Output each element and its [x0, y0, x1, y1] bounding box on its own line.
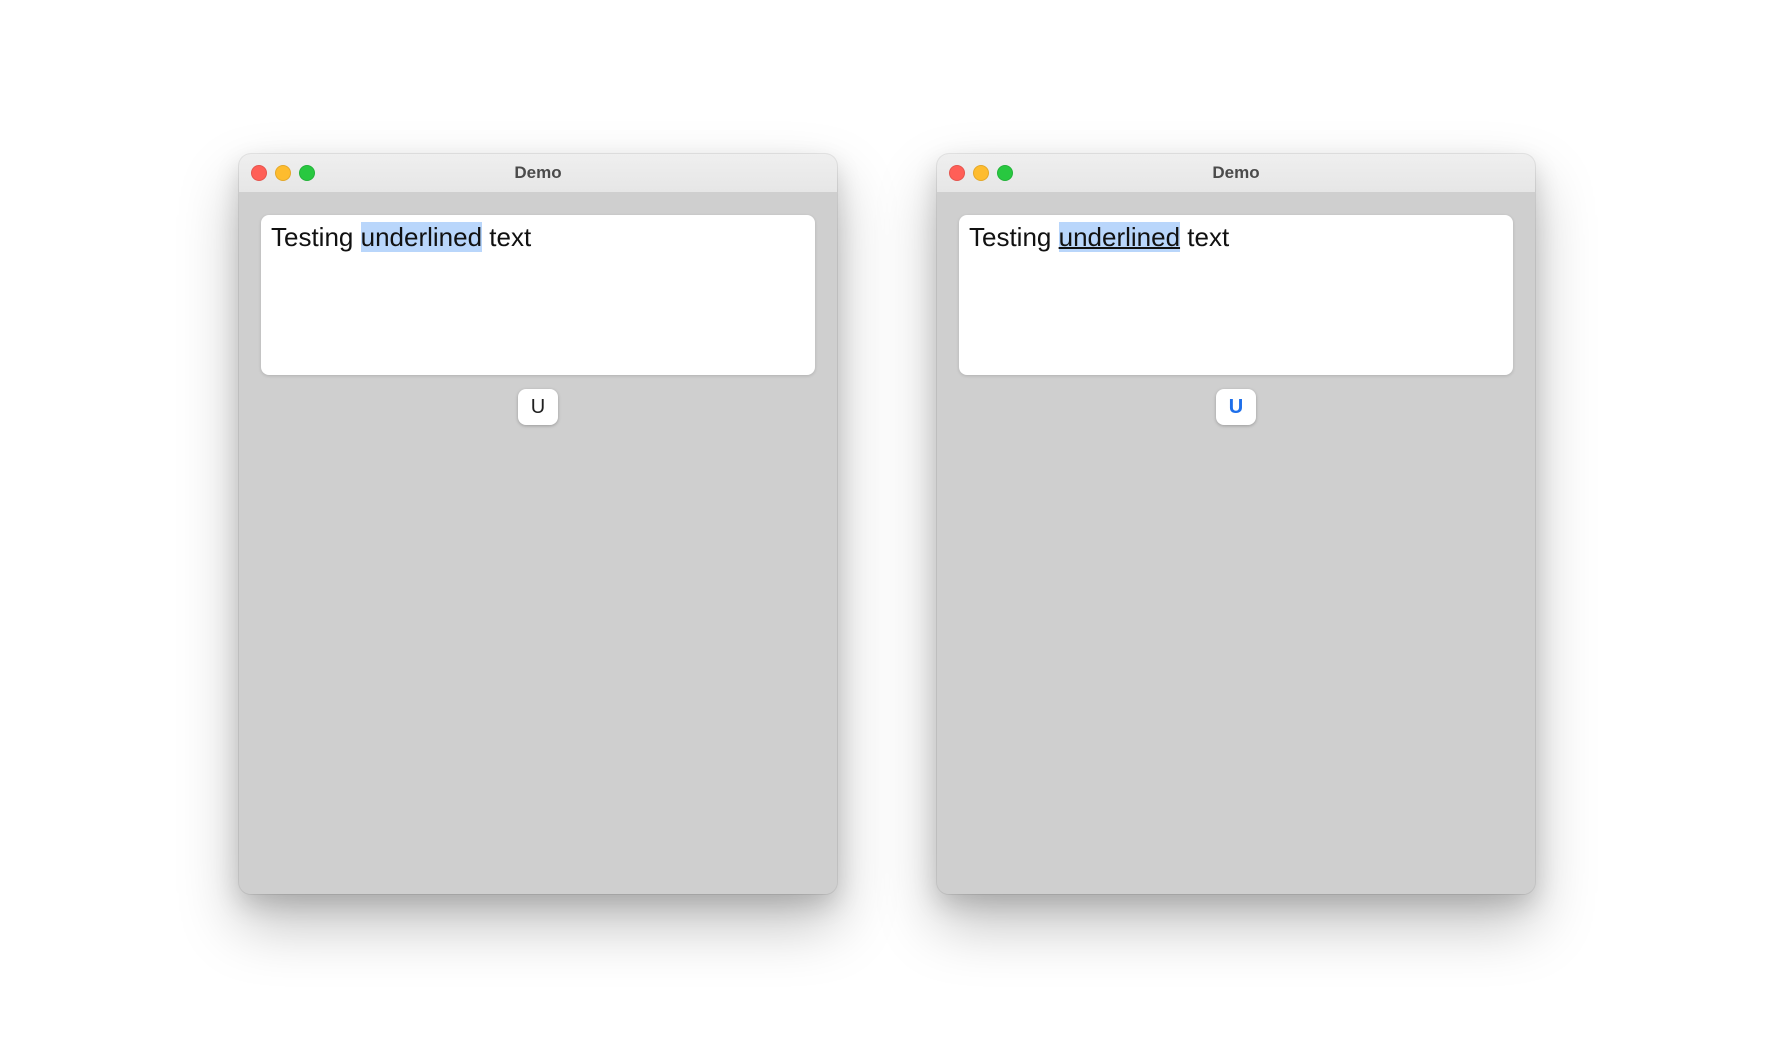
traffic-lights: [949, 154, 1013, 192]
close-icon[interactable]: [251, 165, 267, 181]
rich-text-input[interactable]: Testing underlined text: [261, 215, 815, 375]
window-body: Testing underlined text U: [937, 193, 1535, 894]
titlebar[interactable]: Demo: [239, 154, 837, 193]
zoom-icon[interactable]: [299, 165, 315, 181]
comparison-stage: Demo Testing underlined text U Demo Test…: [0, 0, 1774, 1048]
demo-window-after: Demo Testing underlined text U: [937, 154, 1535, 894]
zoom-icon[interactable]: [997, 165, 1013, 181]
traffic-lights: [251, 154, 315, 192]
minimize-icon[interactable]: [973, 165, 989, 181]
selected-text: underlined: [361, 222, 482, 252]
window-body: Testing underlined text U: [239, 193, 837, 894]
demo-window-before: Demo Testing underlined text U: [239, 154, 837, 894]
text-before-selection: Testing: [271, 222, 361, 252]
titlebar[interactable]: Demo: [937, 154, 1535, 193]
text-after-selection: text: [482, 222, 531, 252]
rich-text-input[interactable]: Testing underlined text: [959, 215, 1513, 375]
text-before-selection: Testing: [969, 222, 1059, 252]
text-after-selection: text: [1180, 222, 1229, 252]
selected-text: underlined: [1059, 222, 1180, 252]
close-icon[interactable]: [949, 165, 965, 181]
underline-button[interactable]: U: [1216, 389, 1256, 425]
window-title: Demo: [514, 163, 561, 183]
underline-button[interactable]: U: [518, 389, 558, 425]
minimize-icon[interactable]: [275, 165, 291, 181]
window-title: Demo: [1212, 163, 1259, 183]
